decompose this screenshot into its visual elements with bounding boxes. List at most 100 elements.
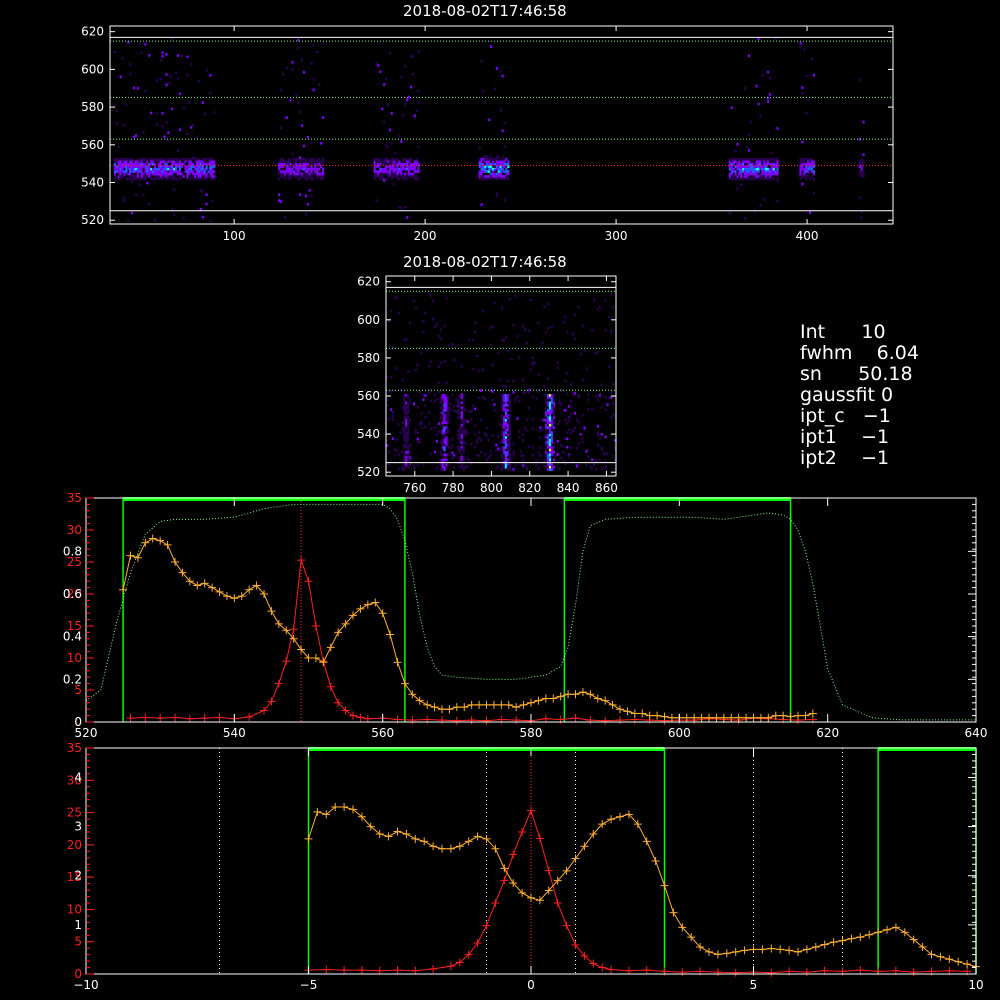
heatmap-cell bbox=[460, 438, 463, 442]
white-y-tick-label: 1 bbox=[74, 918, 82, 932]
heatmap-cell bbox=[295, 172, 298, 176]
heatmap-cell bbox=[201, 170, 204, 173]
heatmap-cell bbox=[460, 428, 463, 432]
heatmap-cell bbox=[302, 160, 306, 164]
heatmap-cell bbox=[407, 448, 410, 452]
heatmap-cell bbox=[600, 383, 603, 386]
heatmap-cell bbox=[547, 426, 550, 429]
heatmap-cell bbox=[495, 158, 498, 161]
heatmap-cell bbox=[403, 408, 406, 412]
heatmap-cell bbox=[375, 158, 378, 161]
heatmap-cell bbox=[320, 160, 323, 164]
heatmap-cell bbox=[409, 443, 412, 447]
heatmap-cell bbox=[197, 79, 201, 83]
heatmap-cell bbox=[281, 167, 285, 171]
heatmap-cell bbox=[178, 177, 181, 181]
heatmap-cell bbox=[155, 123, 159, 127]
heatmap-cell bbox=[458, 433, 462, 437]
series-0-marker bbox=[586, 716, 595, 725]
heatmap-cell bbox=[495, 155, 498, 159]
heatmap-cell bbox=[550, 394, 554, 397]
heatmap-cell bbox=[550, 465, 554, 469]
heatmap-cell bbox=[152, 160, 155, 164]
heatmap-cell bbox=[424, 416, 427, 419]
heatmap-cell bbox=[550, 411, 554, 415]
heatmap-cell bbox=[373, 160, 376, 164]
heatmap-cell bbox=[184, 167, 187, 171]
heatmap-cell bbox=[462, 421, 465, 424]
heatmap-cell bbox=[142, 193, 145, 197]
heatmap-cell bbox=[441, 404, 444, 407]
heatmap-cell bbox=[306, 135, 309, 139]
heatmap-cell bbox=[447, 396, 450, 400]
heatmap-cell bbox=[199, 160, 202, 164]
heatmap-cell bbox=[281, 170, 285, 173]
heatmap-cell bbox=[302, 175, 306, 178]
heatmap-cell bbox=[501, 155, 504, 159]
heatmap-cell bbox=[495, 177, 498, 181]
heatmap-cell bbox=[391, 418, 394, 421]
heatmap-cell bbox=[300, 160, 304, 164]
heatmap-cell bbox=[197, 165, 201, 168]
heatmap-cell bbox=[458, 428, 462, 432]
heatmap-cell bbox=[740, 167, 743, 171]
heatmap-cell bbox=[318, 172, 321, 176]
heatmap-cell bbox=[138, 177, 141, 181]
heatmap-cell bbox=[476, 441, 479, 444]
heatmap-cell bbox=[610, 391, 613, 394]
heatmap-cell bbox=[550, 453, 554, 457]
heatmap-cell bbox=[610, 416, 613, 419]
heatmap-cell bbox=[493, 87, 497, 91]
series-1-marker bbox=[705, 947, 713, 956]
heatmap-cell bbox=[123, 170, 126, 173]
heatmap-cell bbox=[392, 183, 395, 186]
heatmap-cell bbox=[502, 448, 506, 452]
y-tick-label: 580 bbox=[81, 100, 104, 114]
heatmap-cell bbox=[169, 158, 172, 161]
series-1-marker bbox=[623, 707, 632, 716]
series-0-marker bbox=[282, 657, 291, 666]
heatmap-cell bbox=[180, 160, 183, 164]
heatmap-cell bbox=[148, 170, 151, 173]
heatmap-cell bbox=[390, 167, 393, 171]
heatmap-cell bbox=[458, 451, 462, 454]
heatmap-cell bbox=[445, 399, 448, 402]
white-y-tick-label: 4 bbox=[74, 770, 82, 784]
heatmap-cell bbox=[152, 167, 155, 171]
heatmap-cell bbox=[736, 167, 739, 171]
heatmap-cell bbox=[299, 177, 302, 181]
heatmap-cell bbox=[312, 172, 315, 176]
heatmap-cell bbox=[482, 158, 485, 161]
heatmap-cell bbox=[732, 170, 735, 173]
info-fwhm: fwhm 6.04 bbox=[800, 342, 919, 364]
x-tick-label: 860 bbox=[595, 481, 618, 495]
heatmap-cell bbox=[801, 175, 804, 178]
heatmap-cell bbox=[159, 158, 162, 161]
series-1-marker bbox=[749, 713, 758, 722]
white-y-tick-label: 2 bbox=[74, 869, 82, 883]
heatmap-cell bbox=[129, 72, 132, 76]
heatmap-cell bbox=[449, 446, 452, 450]
heatmap-cell bbox=[289, 177, 292, 181]
heatmap-cell bbox=[751, 158, 754, 161]
heatmap-cell bbox=[197, 158, 201, 161]
series-1-marker bbox=[420, 837, 429, 846]
heatmap-cell bbox=[552, 408, 555, 412]
white-y-tick-label: 0.4 bbox=[63, 630, 82, 644]
heatmap-cell bbox=[583, 349, 586, 353]
heatmap-cell bbox=[383, 170, 386, 173]
heatmap-cell bbox=[312, 78, 315, 81]
heatmap-cell bbox=[192, 172, 195, 176]
heatmap-cell bbox=[462, 456, 465, 459]
heatmap-cell bbox=[458, 416, 462, 419]
heatmap-cell bbox=[501, 423, 504, 427]
heatmap-cell bbox=[119, 170, 122, 173]
heatmap-cell bbox=[417, 167, 420, 171]
series-1-marker bbox=[936, 952, 945, 961]
heatmap-cell bbox=[394, 158, 397, 161]
heatmap-cell bbox=[501, 401, 504, 405]
heatmap-cell bbox=[772, 177, 775, 181]
heatmap-cell bbox=[490, 175, 493, 178]
heatmap-cell bbox=[807, 158, 810, 161]
heatmap-cell bbox=[763, 175, 766, 178]
